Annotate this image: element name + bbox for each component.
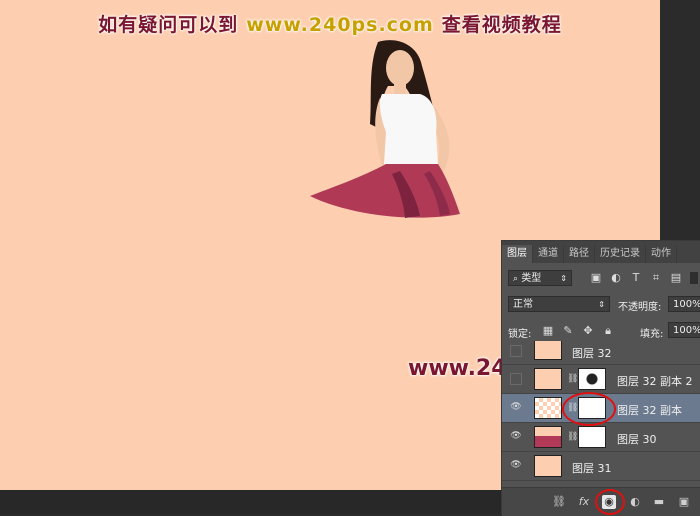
woman-figure-image xyxy=(310,40,460,218)
opacity-input[interactable]: 100% xyxy=(668,296,700,312)
layer-thumbnail xyxy=(534,341,562,360)
layer-row[interactable]: 👁︎ 图层 31 xyxy=(502,452,700,481)
opacity-label: 不透明度: xyxy=(618,302,662,313)
tab-history[interactable]: 历史记录 xyxy=(595,245,646,263)
chevron-updown-icon: ⇕ xyxy=(560,274,567,283)
image-filter-icon[interactable]: ▣ xyxy=(590,272,602,284)
lock-position-icon[interactable]: ✥ xyxy=(582,325,594,337)
visibility-toggle[interactable] xyxy=(510,373,522,385)
tab-layers[interactable]: 图层 xyxy=(502,245,533,263)
layers-list: 图层 32 ⛓ 图层 32 副本 2 👁︎ ⛓ 图层 32 副本 👁︎ ⛓ 图层… xyxy=(502,341,700,487)
layer-mask-thumbnail[interactable] xyxy=(578,426,606,448)
layer-row[interactable]: 图层 32 xyxy=(502,341,700,365)
highlight-circle xyxy=(562,392,616,426)
tab-channels[interactable]: 通道 xyxy=(533,245,564,263)
chevron-updown-icon: ⇕ xyxy=(598,300,605,309)
banner-site-text: www.240ps.com xyxy=(246,14,434,36)
link-icon[interactable]: ⛓ xyxy=(567,432,578,442)
banner-right-text: 查看视频教程 xyxy=(441,14,562,36)
layer-row-selected[interactable]: 👁︎ ⛓ 图层 32 副本 xyxy=(502,392,700,426)
layer-thumbnail xyxy=(534,426,562,448)
new-layer-icon[interactable]: ▣ xyxy=(677,495,691,509)
highlight-circle xyxy=(595,489,625,515)
lock-paint-icon[interactable]: ✎ xyxy=(562,325,574,337)
lock-transparency-icon[interactable]: ▦ xyxy=(542,325,554,337)
lock-all-icon[interactable]: 🔒︎ xyxy=(602,325,614,337)
visibility-toggle[interactable] xyxy=(510,345,522,357)
link-icon[interactable]: ⛓ xyxy=(567,374,578,384)
layer-name: 图层 30 xyxy=(617,433,657,446)
tab-actions[interactable]: 动作 xyxy=(646,245,677,263)
banner-left-text: 如有疑问可以到 xyxy=(98,14,239,36)
tab-paths[interactable]: 路径 xyxy=(564,245,595,263)
eye-icon[interactable]: 👁︎ xyxy=(510,460,522,472)
layer-thumbnail xyxy=(534,397,562,419)
filter-kind-label: 类型 xyxy=(521,273,542,284)
blend-mode-value: 正常 xyxy=(513,299,533,310)
layer-row[interactable]: ⛓ 图层 32 副本 2 xyxy=(502,365,700,394)
adjustment-icon[interactable]: ◐ xyxy=(628,495,642,509)
filter-toggle[interactable] xyxy=(690,272,698,284)
blend-mode-select[interactable]: 正常 ⇕ xyxy=(508,296,610,312)
tutorial-banner: 如有疑问可以到 www.240ps.com 查看视频教程 xyxy=(0,10,660,37)
layer-name: 图层 32 xyxy=(572,347,612,360)
layer-name: 图层 32 副本 2 xyxy=(617,375,693,388)
eye-icon[interactable]: 👁︎ xyxy=(510,402,522,414)
layer-name: 图层 31 xyxy=(572,462,612,475)
adjustment-filter-icon[interactable]: ◐ xyxy=(610,272,622,284)
search-icon: ⌕ xyxy=(513,274,519,284)
fx-icon[interactable]: fx xyxy=(577,495,591,509)
fill-label: 填充: xyxy=(640,329,664,340)
layer-mask-thumbnail[interactable] xyxy=(578,368,606,390)
layer-row[interactable]: 👁︎ ⛓ 图层 30 xyxy=(502,423,700,452)
lock-label: 锁定: xyxy=(508,329,532,340)
smart-object-filter-icon[interactable]: ▤ xyxy=(670,272,682,284)
shape-filter-icon[interactable]: ⌗ xyxy=(650,272,662,284)
link-icon[interactable]: ⛓ xyxy=(552,495,566,509)
layer-filter-select[interactable]: ⌕ 类型 ⇕ xyxy=(508,270,572,286)
layers-bottom-bar: ⛓ fx ◉ ◐ ▬ ▣ xyxy=(502,487,700,516)
layers-panel: 图层 通道 路径 历史记录 动作 ⌕ 类型 ⇕ ▣ ◐ T ⌗ ▤ 正常 ⇕ 不… xyxy=(501,240,700,516)
folder-icon[interactable]: ▬ xyxy=(652,495,666,509)
panel-tabs: 图层 通道 路径 历史记录 动作 xyxy=(502,241,700,263)
fill-input[interactable]: 100% xyxy=(668,322,700,338)
layer-thumbnail xyxy=(534,368,562,390)
text-filter-icon[interactable]: T xyxy=(630,272,642,284)
eye-icon[interactable]: 👁︎ xyxy=(510,431,522,443)
layer-thumbnail xyxy=(534,455,562,477)
layer-name: 图层 32 副本 xyxy=(617,404,682,417)
